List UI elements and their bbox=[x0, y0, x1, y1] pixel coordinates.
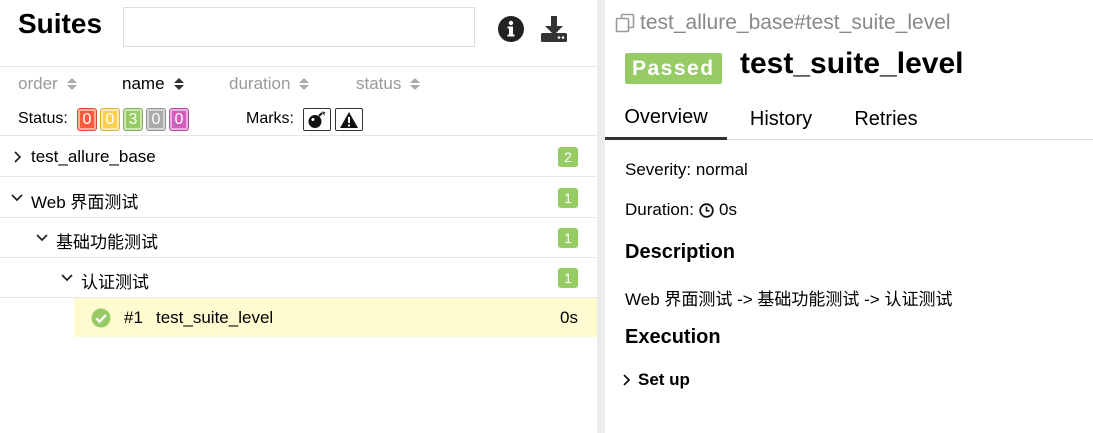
marks-filter-label: Marks: bbox=[246, 110, 294, 127]
duration-value: 0s bbox=[718, 200, 737, 219]
marks-filter bbox=[303, 108, 363, 131]
allure-report: Suites order name duration status Status… bbox=[0, 0, 1093, 433]
passed-count-badge: 1 bbox=[558, 268, 578, 288]
suites-pane: Suites order name duration status Status… bbox=[0, 0, 597, 433]
setup-toggle[interactable]: Set up bbox=[621, 370, 690, 390]
copy-icon[interactable] bbox=[615, 13, 635, 33]
breadcrumb: test_allure_base#test_suite_level bbox=[615, 11, 951, 35]
test-name: test_suite_level bbox=[156, 308, 274, 327]
chevron-down-icon bbox=[11, 194, 23, 202]
known-issue-mark-toggle[interactable] bbox=[335, 108, 363, 131]
test-details-pane: test_allure_base#test_suite_level Passed… bbox=[605, 0, 1093, 433]
suites-header: Suites bbox=[0, 0, 597, 67]
status-filter-label: Status: bbox=[18, 110, 68, 127]
sort-by-name[interactable]: name bbox=[122, 74, 184, 94]
filter-row: Status: 0 0 3 0 0 Marks: bbox=[0, 102, 597, 136]
duration-label: Duration: bbox=[625, 200, 694, 219]
warning-icon bbox=[340, 111, 358, 128]
tab-history[interactable]: History bbox=[737, 98, 825, 140]
tree-group-auth-test[interactable]: 认证测试 1 bbox=[0, 258, 597, 298]
setup-label: Set up bbox=[638, 370, 690, 389]
chevron-down-icon bbox=[36, 234, 48, 242]
sort-label: duration bbox=[229, 74, 291, 93]
status-badge: Passed bbox=[625, 53, 722, 84]
chevron-right-icon bbox=[14, 151, 22, 163]
tab-retries[interactable]: Retries bbox=[843, 98, 929, 140]
tree-group-web-ui-test[interactable]: Web 界面测试 1 bbox=[0, 178, 597, 218]
sort-label: name bbox=[122, 74, 165, 93]
tree-group-label: 认证测试 bbox=[81, 273, 149, 292]
search-input[interactable] bbox=[123, 7, 475, 47]
passed-count-badge: 1 bbox=[558, 228, 578, 248]
sort-by-duration[interactable]: duration bbox=[229, 74, 310, 94]
sort-arrows-icon bbox=[66, 78, 77, 90]
sort-by-order[interactable]: order bbox=[18, 74, 77, 94]
test-duration: 0s bbox=[560, 308, 578, 327]
page-title: Suites bbox=[18, 8, 103, 39]
status-failed-toggle[interactable]: 0 bbox=[77, 108, 97, 131]
tree-group-label: Web 界面测试 bbox=[31, 193, 139, 212]
sort-label: status bbox=[356, 74, 402, 93]
status-broken-toggle[interactable]: 0 bbox=[100, 108, 120, 131]
passed-count-badge: 1 bbox=[558, 188, 578, 208]
details-tabs: Overview History Retries bbox=[605, 98, 1093, 140]
passed-count-badge: 2 bbox=[558, 147, 578, 167]
status-skipped-toggle[interactable]: 0 bbox=[146, 108, 166, 131]
sort-controls: order name duration status bbox=[0, 68, 597, 100]
sort-by-status[interactable]: status bbox=[356, 74, 421, 94]
status-passed-toggle[interactable]: 3 bbox=[123, 108, 143, 131]
sort-arrows-icon bbox=[299, 78, 310, 90]
severity-text: Severity: normal bbox=[625, 160, 748, 179]
flaky-mark-toggle[interactable] bbox=[303, 108, 331, 131]
flaky-bomb-icon bbox=[308, 110, 326, 128]
tab-overview[interactable]: Overview bbox=[605, 98, 727, 140]
duration-line: Duration: 0s bbox=[625, 200, 737, 220]
download-icon bbox=[541, 16, 567, 42]
chevron-right-icon bbox=[623, 374, 631, 386]
execution-heading: Execution bbox=[625, 326, 721, 348]
description-text: Web 界面测试 -> 基础功能测试 -> 认证测试 bbox=[625, 290, 953, 309]
sort-label: order bbox=[18, 74, 58, 93]
test-title: test_suite_level bbox=[740, 47, 964, 80]
status-filter-badges: 0 0 3 0 0 bbox=[77, 108, 189, 131]
tree-group-basic-function-test[interactable]: 基础功能测试 1 bbox=[0, 218, 597, 258]
pane-splitter[interactable] bbox=[597, 0, 605, 433]
status-unknown-toggle[interactable]: 0 bbox=[169, 108, 189, 131]
description-heading: Description bbox=[625, 241, 736, 263]
clock-icon bbox=[699, 202, 714, 218]
chevron-down-icon bbox=[61, 274, 73, 282]
tree-group-label: 基础功能测试 bbox=[56, 233, 158, 252]
tree-group-label: test_allure_base bbox=[31, 147, 156, 166]
info-icon bbox=[498, 16, 524, 42]
info-button[interactable] bbox=[496, 14, 526, 44]
test-number: #1 bbox=[124, 308, 143, 327]
passed-check-icon bbox=[91, 308, 111, 328]
tree-group-test-allure-base[interactable]: test_allure_base 2 bbox=[0, 137, 597, 177]
test-case-row[interactable]: #1 test_suite_level 0s bbox=[74, 298, 597, 337]
breadcrumb-text: test_allure_base#test_suite_level bbox=[640, 11, 951, 34]
sort-arrows-icon bbox=[173, 78, 184, 90]
download-button[interactable] bbox=[539, 14, 569, 44]
sort-arrows-icon bbox=[410, 78, 421, 90]
